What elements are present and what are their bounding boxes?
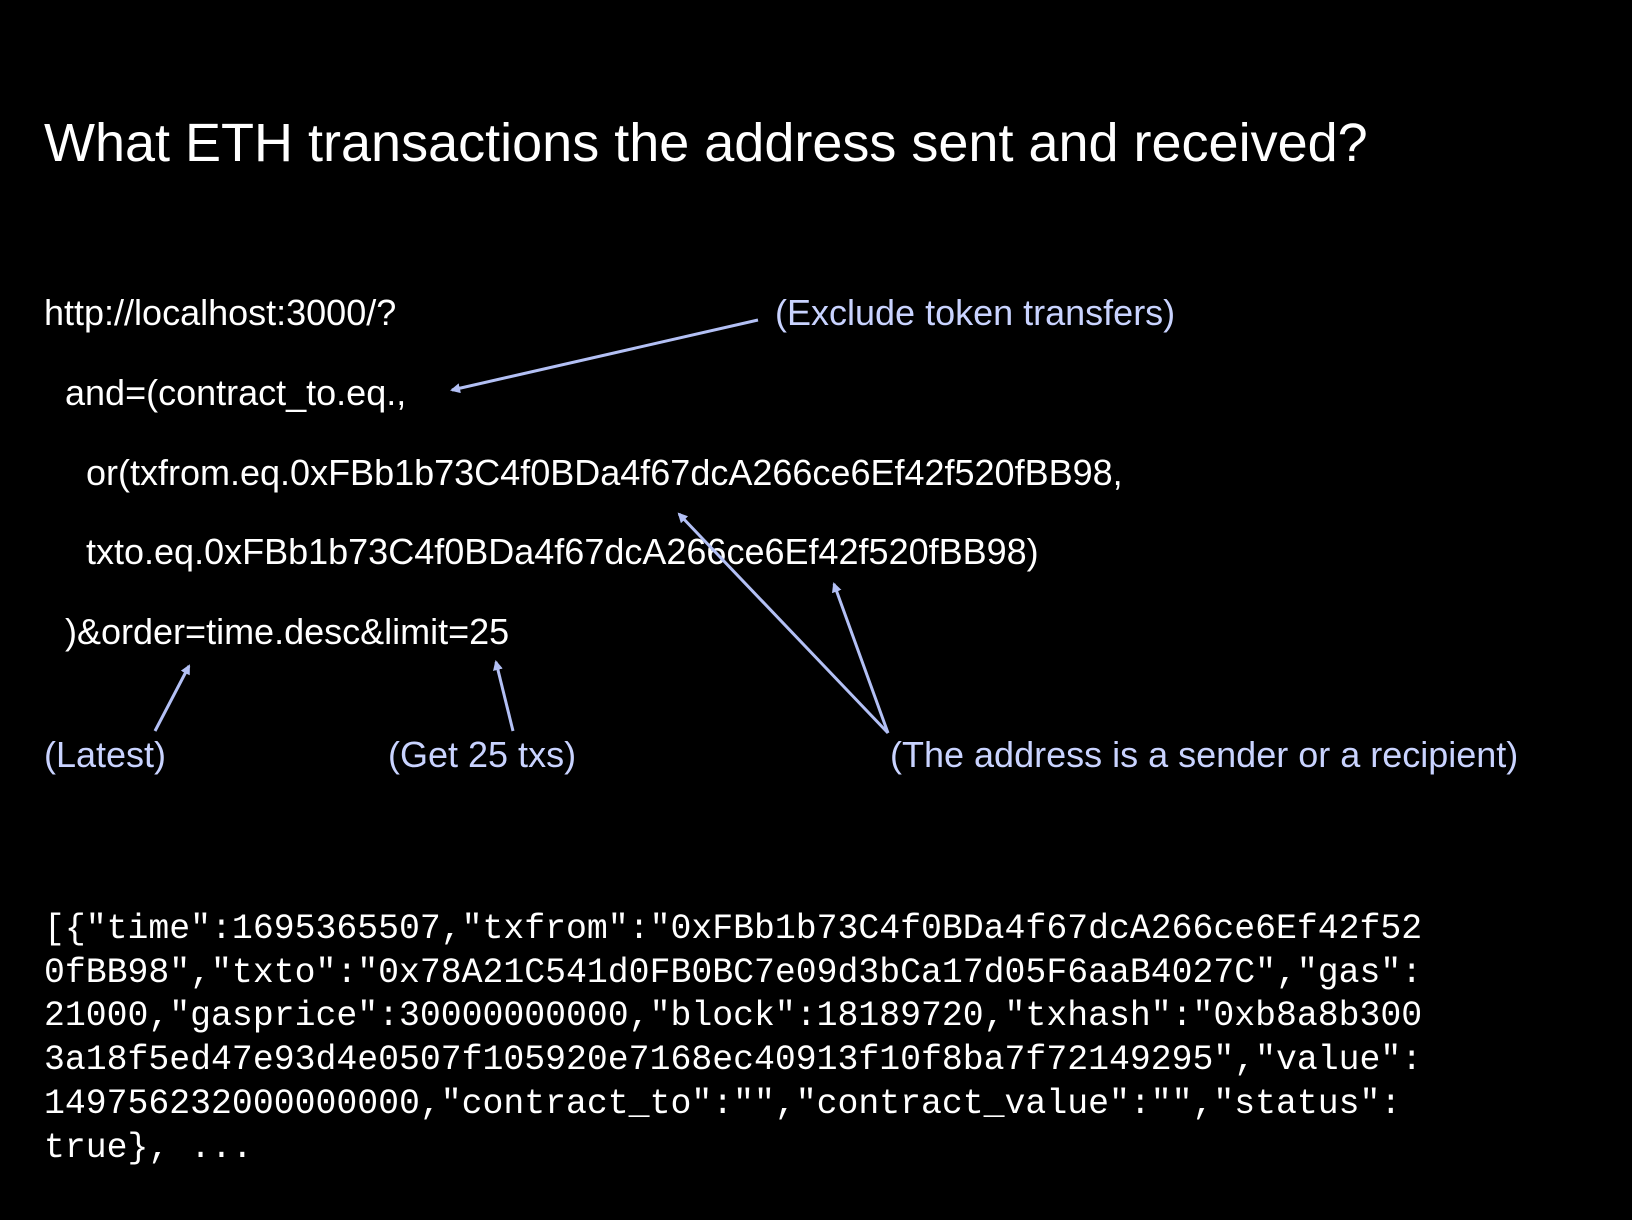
annotation-latest: (Latest) <box>44 734 167 775</box>
json-response-line: 0fBB98","txto":"0x78A21C541d0FB0BC7e09d3… <box>44 953 1423 993</box>
annotation-exclude-token-transfers: (Exclude token transfers) <box>775 292 1176 333</box>
arrow-latest <box>153 664 191 732</box>
slide-title: What ETH transactions the address sent a… <box>44 113 1368 173</box>
json-response-line: true}, ... <box>44 1128 253 1168</box>
query-line-base-url: http://localhost:3000/? <box>44 292 397 333</box>
json-response-line: [{"time":1695365507,"txfrom":"0xFBb1b73C… <box>44 910 1423 949</box>
arrow-recipient <box>832 582 890 734</box>
query-line-txfrom-filter: or(txfrom.eq.0xFBb1b73C4f0BDa4f67dcA266c… <box>86 452 1123 493</box>
arrow-exclude-tokens <box>450 318 759 394</box>
annotation-get-25-txs: (Get 25 txs) <box>388 734 577 775</box>
arrow-limit <box>493 660 515 732</box>
query-line-order-limit: )&order=time.desc&limit=25 <box>65 611 510 652</box>
json-response-line: 3a18f5ed47e93d4e0507f105920e7168ec40913f… <box>44 1041 1423 1081</box>
json-response: [{"time":1695365507,"txfrom":"0xFBb1b73C… <box>44 908 1604 1170</box>
query-line-and-filter: and=(contract_to.eq., <box>65 372 407 413</box>
query-line-txto-filter: txto.eq.0xFBb1b73C4f0BDa4f67dcA266ce6Ef4… <box>86 531 1039 572</box>
json-response-line: 149756232000000000,"contract_to":"","con… <box>44 1084 1402 1124</box>
annotation-sender-or-recipient: (The address is a sender or a recipient) <box>890 734 1519 775</box>
json-response-line: 21000,"gasprice":30000000000,"block":181… <box>44 997 1423 1037</box>
